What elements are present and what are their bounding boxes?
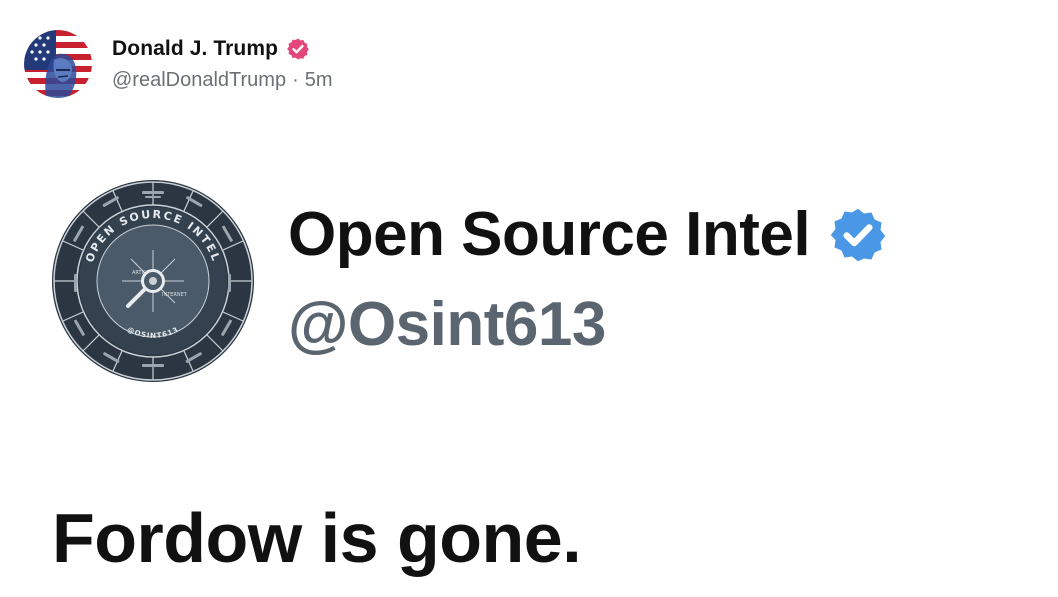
author-block: Donald J. Trump @realDonaldTrump · 5m [112,37,333,92]
post-timestamp[interactable]: 5m [305,69,333,92]
author-handle[interactable]: @realDonaldTrump [112,69,286,92]
embedded-display-name: Open Source Intel [288,200,811,269]
author-name[interactable]: Donald J. Trump [112,37,278,61]
author-meta: @realDonaldTrump · 5m [112,69,333,92]
post-text: Fordow is gone. [52,499,582,577]
osint-logo: OPEN SOURCE INTEL @OSINT613 ARTICLES INT… [52,180,254,382]
meta-separator: · [292,68,299,91]
author-avatar[interactable] [24,30,92,98]
author-name-row: Donald J. Trump [112,37,333,61]
embedded-name-row: Open Source Intel [288,204,888,266]
verified-badge-icon [287,38,309,59]
verified-check-icon [830,208,886,262]
flag-portrait-icon [24,30,92,98]
logo-label-internet: INTERNET [162,292,188,298]
embedded-handle: @Osint613 [288,290,606,359]
post-header: Donald J. Trump @realDonaldTrump · 5m [24,30,333,98]
